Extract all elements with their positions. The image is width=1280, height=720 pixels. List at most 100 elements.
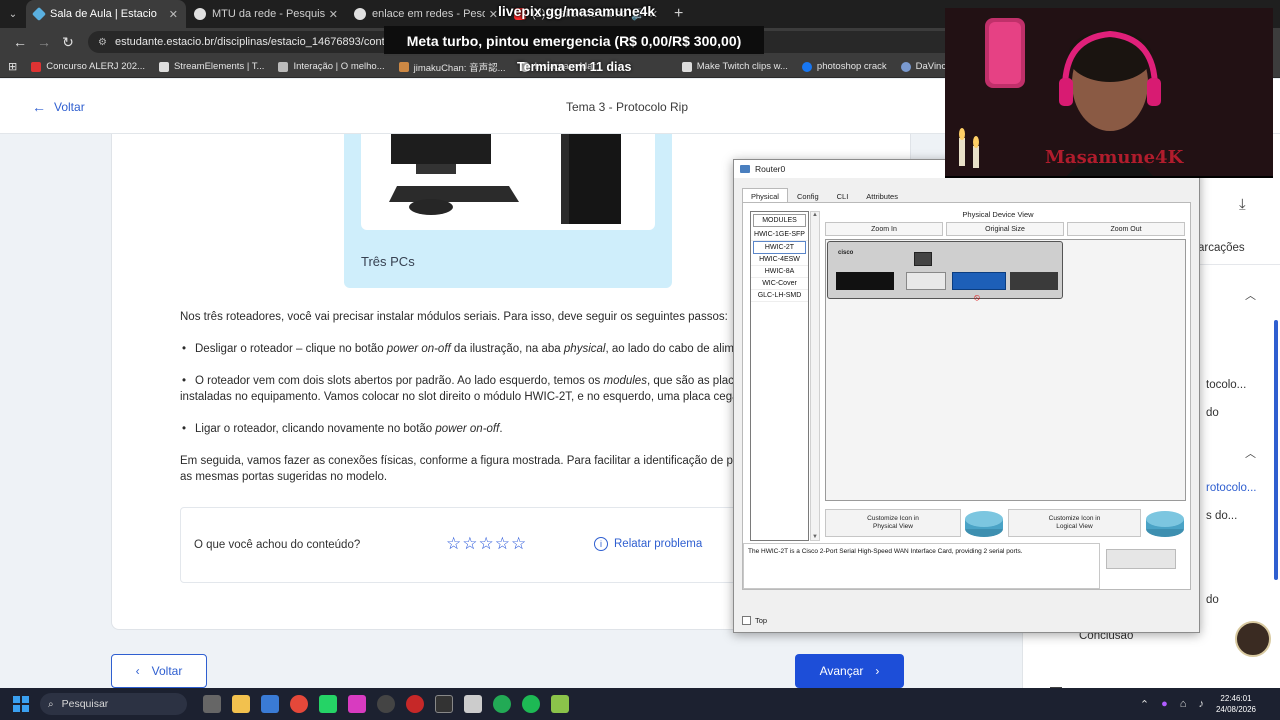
star-icon[interactable]: ☆ <box>462 535 477 553</box>
module-wic-cover[interactable]: WIC-Cover <box>751 278 808 290</box>
customize-logical-button[interactable]: Customize Icon in Logical View <box>1008 509 1141 537</box>
router-icon <box>1145 507 1185 539</box>
star-icon[interactable]: ☆ <box>495 535 510 553</box>
bookmark-streamelements[interactable]: StreamElements | T... <box>158 61 264 72</box>
no-entry-icon: ⦸ <box>974 292 980 302</box>
checkbox-icon[interactable] <box>742 616 751 625</box>
step-3-text-a: Ligar o roteador, clicando novamente no … <box>195 423 436 435</box>
forward-arrow-icon[interactable]: → <box>32 34 56 50</box>
app-green-bar-icon[interactable] <box>551 695 569 713</box>
diamond-icon <box>31 6 47 22</box>
close-icon[interactable]: ✕ <box>329 8 338 21</box>
side-item-protocolo[interactable]: tocolo... <box>1206 379 1246 391</box>
module-glc-lh-smd[interactable]: GLC-LH-SMD <box>751 290 808 302</box>
avatar[interactable] <box>1235 621 1271 657</box>
search-placeholder: Pesquisar <box>61 698 109 710</box>
power-switch[interactable] <box>914 252 932 266</box>
router-chassis[interactable]: cisco ⦸ <box>827 241 1063 302</box>
side-scrollbar[interactable] <box>1274 320 1278 580</box>
module-slot-middle[interactable] <box>906 272 946 290</box>
original-size-button[interactable]: Original Size <box>946 222 1064 236</box>
download-icon[interactable]: ⤓ <box>1239 196 1246 213</box>
module-hwic-8a[interactable]: HWIC-8A <box>751 266 808 278</box>
side-item-marcacoes[interactable]: arcações <box>1198 242 1245 254</box>
module-slot-right[interactable] <box>952 272 1006 290</box>
taskbar-search[interactable]: ⌕ Pesquisar <box>40 693 187 715</box>
chrome-icon[interactable] <box>290 695 308 713</box>
site-info-icon[interactable]: ⚙ <box>98 37 107 48</box>
module-hwic-1ge-sfp[interactable]: HWIC-1GE-SFP <box>751 229 808 241</box>
new-tab-button[interactable]: + <box>674 5 683 23</box>
close-icon[interactable]: ✕ <box>489 8 498 21</box>
module-hwic-2t[interactable]: HWIC-2T <box>753 241 806 254</box>
module-hwic-4esw[interactable]: HWIC-4ESW <box>751 254 808 266</box>
reload-icon[interactable]: ↻ <box>56 34 80 51</box>
avancar-button[interactable]: Avançar › <box>795 654 904 688</box>
clock[interactable]: 22:46:01 24/08/2026 <box>1216 693 1256 715</box>
customize-physical-label: Customize Icon in Physical View <box>867 515 919 530</box>
task-view-icon[interactable] <box>203 695 221 713</box>
side-item-do-2[interactable]: do <box>1206 594 1219 606</box>
step-2-em-modules: modules <box>603 375 647 387</box>
tab-search-button[interactable]: ⌄ <box>0 0 26 28</box>
packet-tracer-icon[interactable] <box>493 695 511 713</box>
search-icon: ⌕ <box>48 698 54 710</box>
star-icon[interactable]: ☆ <box>479 535 494 553</box>
app-red-icon[interactable] <box>406 695 424 713</box>
report-problem-link[interactable]: i Relatar problema <box>594 537 702 551</box>
tab-sala-de-aula[interactable]: Sala de Aula | Estacio ✕ <box>26 0 186 28</box>
speaker-icon[interactable]: ♪ <box>1198 698 1204 710</box>
cisco-logo: cisco <box>838 250 854 256</box>
ports-panel[interactable] <box>1010 272 1058 290</box>
bookmark-photoshop[interactable]: photoshop crack <box>801 61 887 72</box>
facebook-icon <box>801 61 812 72</box>
bookmark-concurso[interactable]: Concurso ALERJ 202... <box>31 61 145 72</box>
chevron-right-icon: › <box>875 664 880 678</box>
side-item-protocolo-link[interactable]: rotocolo... <box>1206 482 1257 494</box>
star-icon[interactable]: ☆ <box>446 535 461 553</box>
store-icon[interactable] <box>261 695 279 713</box>
step-1-text-a: Desligar o roteador – clique no botão <box>195 343 387 355</box>
tab-mtu-pesquisa[interactable]: MTU da rede - Pesquisa Google ✕ <box>186 0 346 28</box>
app-window-icon[interactable] <box>464 695 482 713</box>
back-arrow-icon[interactable]: ← <box>8 34 32 50</box>
intro-text: Nos três roteadores, você vai precisar i… <box>180 311 728 323</box>
close-icon[interactable]: ✕ <box>169 8 178 21</box>
modules-scrollbar[interactable]: ▲ ▼ <box>810 211 820 541</box>
app-tray-icon[interactable]: ● <box>1161 698 1168 710</box>
bookmark-jimakuchan[interactable]: jimakuChan: 音声認... <box>398 60 506 74</box>
whatsapp-icon[interactable] <box>319 695 337 713</box>
zoom-in-button[interactable]: Zoom In <box>825 222 943 236</box>
side-item-sdo[interactable]: s do... <box>1206 510 1237 522</box>
bookmark-interacao[interactable]: Interação | O melho... <box>278 61 385 72</box>
zoom-out-button[interactable]: Zoom Out <box>1067 222 1185 236</box>
step-2-text-b: , que são as placa <box>646 375 741 387</box>
star-icon[interactable]: ☆ <box>511 535 526 553</box>
customize-physical-button[interactable]: Customize Icon in Physical View <box>825 509 961 537</box>
bookmark-icon <box>398 61 409 72</box>
top-checkbox[interactable]: Top <box>742 616 767 625</box>
tab-label: enlace em redes - Pesquisa Go <box>372 8 485 20</box>
system-tray: ⌃ ● ⌂ ♪ 22:46:01 24/08/2026 <box>1140 688 1280 720</box>
file-explorer-icon[interactable] <box>232 695 250 713</box>
terminal-icon[interactable] <box>435 695 453 713</box>
windows-start-icon[interactable] <box>13 696 29 712</box>
side-item-do[interactable]: do <box>1206 407 1219 419</box>
bookmark-label: photoshop crack <box>816 61 887 72</box>
tab-enlace-pesquisa[interactable]: enlace em redes - Pesquisa Go ✕ <box>346 0 506 28</box>
app-pink-icon[interactable] <box>348 695 366 713</box>
scroll-up-icon[interactable]: ▲ <box>812 212 818 218</box>
scroll-down-icon[interactable]: ▼ <box>812 534 818 540</box>
chevron-up-icon[interactable]: ︿ <box>1245 445 1256 461</box>
network-icon[interactable]: ⌂ <box>1180 698 1187 710</box>
apps-grid-icon[interactable]: ⊞ <box>8 60 17 73</box>
voltar-button[interactable]: ‹ Voltar <box>111 654 207 688</box>
webcam-image: Masamune4K <box>945 8 1273 176</box>
module-slot-left[interactable] <box>836 272 894 290</box>
settings-icon[interactable] <box>377 695 395 713</box>
step-2-line-2: instaladas no equipamento. Vamos colocar… <box>180 391 739 403</box>
bookmark-twitch-clips[interactable]: Make Twitch clips w... <box>681 61 788 72</box>
chevron-up-icon[interactable]: ⌃ <box>1140 698 1149 711</box>
chevron-up-icon[interactable]: ︿ <box>1245 287 1256 303</box>
spotify-icon[interactable] <box>522 695 540 713</box>
